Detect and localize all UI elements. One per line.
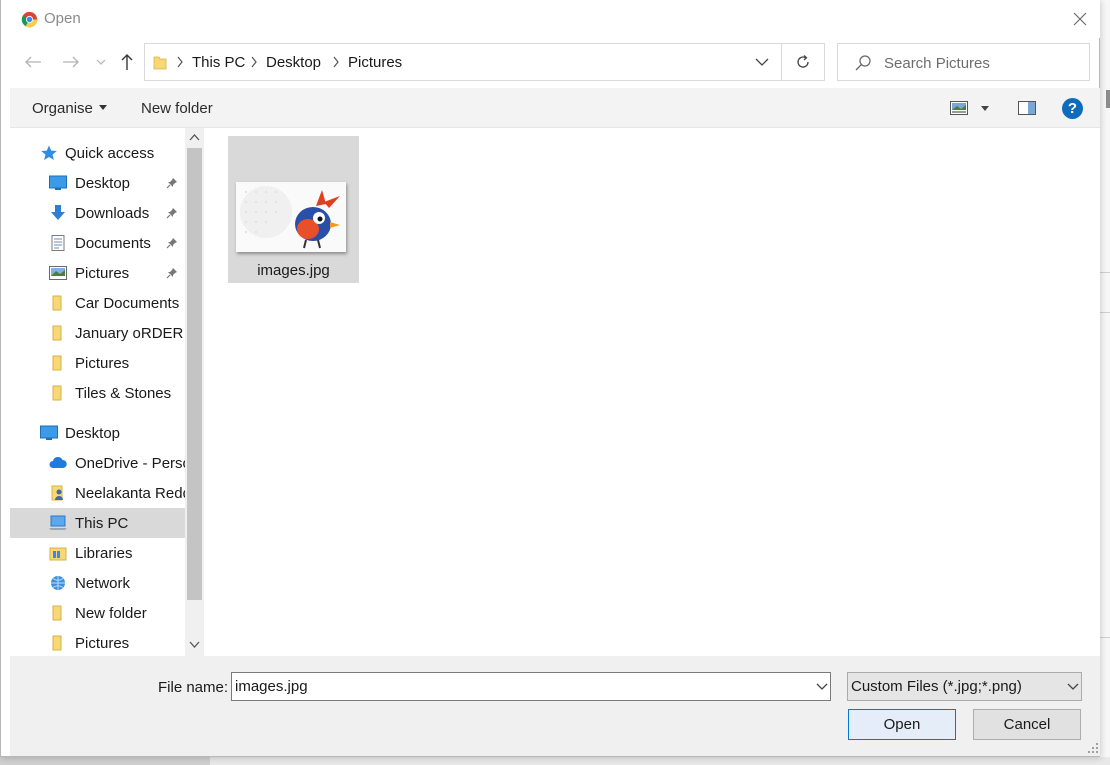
refresh-icon xyxy=(797,55,809,68)
chevron-down-icon xyxy=(1067,683,1079,690)
nav-scrollbar[interactable] xyxy=(185,128,204,656)
scrollbar-thumb[interactable] xyxy=(187,148,202,600)
open-file-dialog: Open This PC Desktop Pictures Search Pic… xyxy=(0,0,1100,757)
library-icon xyxy=(49,547,67,561)
breadcrumb-pictures[interactable]: Pictures xyxy=(348,54,402,71)
desktop-icon xyxy=(49,175,67,190)
refresh-button[interactable] xyxy=(782,43,825,81)
desktop-icon xyxy=(40,425,58,440)
breadcrumb-desktop[interactable]: Desktop xyxy=(266,54,321,71)
file-item[interactable]: images.jpg xyxy=(228,136,359,283)
back-button[interactable] xyxy=(22,50,44,74)
nav-item-pictures-folder[interactable]: Pictures xyxy=(10,348,185,378)
star-icon xyxy=(41,145,57,160)
pin-icon[interactable] xyxy=(166,267,178,279)
forward-button[interactable] xyxy=(60,50,82,74)
view-options-dropdown[interactable] xyxy=(981,106,989,111)
chevron-down-icon[interactable] xyxy=(189,639,200,650)
pictures-icon xyxy=(49,266,67,280)
search-box[interactable] xyxy=(837,43,1090,81)
close-icon[interactable] xyxy=(1070,9,1090,29)
nav-item-new-folder[interactable]: New folder xyxy=(10,598,185,628)
folder-icon xyxy=(52,325,62,341)
pin-icon[interactable] xyxy=(166,207,178,219)
recent-locations-button[interactable] xyxy=(93,50,109,74)
bottom-panel: File name: Custom Files (*.jpg;*.png) Op… xyxy=(10,656,1100,756)
download-icon xyxy=(51,205,65,220)
file-list: images.jpg xyxy=(204,128,1100,656)
cancel-button[interactable]: Cancel xyxy=(973,709,1081,740)
file-name-input[interactable] xyxy=(235,676,805,697)
folder-icon xyxy=(52,295,62,311)
user-folder-icon xyxy=(51,485,63,501)
nav-item-libraries[interactable]: Libraries xyxy=(10,538,185,568)
nav-item-desktop[interactable]: Desktop xyxy=(10,418,185,448)
organise-button[interactable]: Organise xyxy=(32,100,107,117)
nav-item-network[interactable]: Network xyxy=(10,568,185,598)
nav-item-january-order[interactable]: January oRDER xyxy=(10,318,185,348)
nav-item-pictures-2[interactable]: Pictures xyxy=(10,628,185,656)
folder-icon xyxy=(153,56,167,70)
chevron-up-icon[interactable] xyxy=(189,132,200,143)
new-folder-button[interactable]: New folder xyxy=(141,100,213,117)
organise-label: Organise xyxy=(32,100,93,117)
folder-icon xyxy=(52,605,62,621)
file-name-label: File name: xyxy=(158,679,229,696)
help-button[interactable]: ? xyxy=(1062,98,1083,119)
background-edge-bottom xyxy=(210,757,1110,765)
chevron-right-icon xyxy=(333,56,339,68)
arrow-up-icon xyxy=(121,54,133,70)
address-bar[interactable]: This PC Desktop Pictures xyxy=(144,43,782,81)
nav-item-this-pc[interactable]: This PC xyxy=(10,508,185,538)
computer-icon xyxy=(49,515,67,530)
folder-icon xyxy=(52,355,62,371)
file-type-select[interactable]: Custom Files (*.jpg;*.png) xyxy=(847,672,1082,701)
file-name-combobox[interactable] xyxy=(231,672,831,701)
change-view-icon[interactable] xyxy=(950,101,968,115)
file-type-value: Custom Files (*.jpg;*.png) xyxy=(851,678,1022,695)
image-thumbnail-icon xyxy=(236,182,346,252)
file-thumbnail xyxy=(236,182,346,252)
nav-item-pictures-pinned[interactable]: Pictures xyxy=(10,258,185,288)
chevron-down-icon[interactable] xyxy=(755,58,769,67)
nav-item-desktop-pinned[interactable]: Desktop xyxy=(10,168,185,198)
nav-item-downloads[interactable]: Downloads xyxy=(10,198,185,228)
nav-item-quick-access[interactable]: Quick access xyxy=(10,138,185,168)
cloud-icon xyxy=(49,456,67,468)
arrow-left-icon xyxy=(25,56,41,68)
network-icon xyxy=(51,576,65,590)
caret-down-icon xyxy=(98,104,107,110)
folder-icon xyxy=(52,385,62,401)
pin-icon[interactable] xyxy=(166,237,178,249)
navigation-pane: Quick access Desktop Downloads Documents… xyxy=(10,128,204,656)
nav-item-tiles-stones[interactable]: Tiles & Stones xyxy=(10,378,185,408)
nav-item-documents[interactable]: Documents xyxy=(10,228,185,258)
nav-item-onedrive[interactable]: OneDrive - Perso xyxy=(10,448,185,478)
nav-item-user-folder[interactable]: Neelakanta Redd xyxy=(10,478,185,508)
nav-item-car-documents[interactable]: Car Documents xyxy=(10,288,185,318)
address-row: This PC Desktop Pictures xyxy=(1,38,1100,88)
open-button[interactable]: Open xyxy=(848,709,956,740)
chrome-icon xyxy=(21,11,38,28)
up-button[interactable] xyxy=(116,50,138,74)
arrow-right-icon xyxy=(63,56,79,68)
document-icon xyxy=(51,235,65,251)
chevron-right-icon xyxy=(251,56,257,68)
chevron-down-icon[interactable] xyxy=(816,683,828,691)
title-bar: Open xyxy=(1,0,1100,38)
breadcrumb-this-pc[interactable]: This PC xyxy=(192,54,245,71)
command-bar: Organise New folder ? xyxy=(10,88,1100,128)
chevron-down-icon xyxy=(96,59,106,65)
background-edge-bottom-left xyxy=(0,757,210,765)
window-title: Open xyxy=(44,10,81,27)
file-name-label: images.jpg xyxy=(257,262,330,279)
resize-grip-icon[interactable] xyxy=(1087,742,1099,754)
preview-pane-icon[interactable] xyxy=(1018,101,1036,115)
chevron-right-icon xyxy=(177,56,183,68)
pin-icon[interactable] xyxy=(166,177,178,189)
search-input[interactable] xyxy=(884,52,1080,74)
folder-icon xyxy=(52,635,62,651)
search-icon xyxy=(855,55,871,71)
